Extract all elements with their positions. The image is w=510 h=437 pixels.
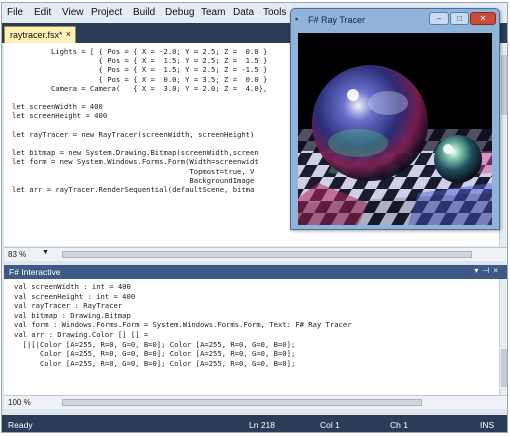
code-line: { Pos = { X = 0.0; Y = 3.5; Z = 0.0 } xyxy=(12,74,268,84)
fsi-panel-title: F# Interactive xyxy=(9,267,61,277)
fsi-output-lines: val screenWidth : int = 400 val screenHei… xyxy=(14,282,352,368)
code-line: let form = new System.Windows.Forms.Form… xyxy=(12,157,259,167)
fsi-line: val form : Windows.Forms.Form = System.W… xyxy=(14,320,352,330)
code-line: Camera = Camera( { X = 3.0; Y = 2.0; Z =… xyxy=(12,83,268,93)
tab-raytracer-fsx[interactable]: raytracer.fsx* × xyxy=(4,26,76,43)
status-line: Ln 218 xyxy=(249,420,275,430)
tab-label: raytracer.fsx* xyxy=(10,30,63,40)
fsi-vertical-scrollbar[interactable] xyxy=(499,279,507,395)
scrollbar-thumb[interactable] xyxy=(501,349,507,387)
fsi-output[interactable]: val screenWidth : int = 400 val screenHei… xyxy=(4,279,499,395)
menu-project[interactable]: Project xyxy=(91,7,122,18)
menu-build[interactable]: Build xyxy=(133,7,155,18)
minimize-button[interactable]: – xyxy=(429,12,449,25)
scrollbar-thumb[interactable] xyxy=(501,55,507,115)
status-column: Col 1 xyxy=(320,420,340,430)
close-icon[interactable]: × xyxy=(493,266,502,275)
panel-buttons: ▾⊣× xyxy=(474,266,502,275)
fsi-zoom-level[interactable]: 100 % xyxy=(8,398,31,407)
fsi-line: val screenWidth : int = 400 xyxy=(14,282,131,291)
code-line: let rayTracer = new RayTracer(screenWidt… xyxy=(12,129,255,139)
fsi-line: val rayTracer : RayTracer xyxy=(14,301,123,311)
window-title-bar[interactable]: ▪ F# Ray Tracer – □ ✕ xyxy=(291,9,499,31)
menu-view[interactable]: View xyxy=(62,7,84,18)
zoom-dropdown-icon[interactable]: ▼ xyxy=(42,249,49,256)
code-line: let arr = rayTracer.RenderSequential(def… xyxy=(12,185,255,195)
code-line: let screenWidth = 400 xyxy=(12,102,103,112)
fsi-line: Color [A=255, R=0, G=0, B=0]; Color [A=2… xyxy=(14,358,296,368)
fsi-zoom-row: 100 % xyxy=(4,395,507,409)
fsi-line: [|[|Color [A=255, R=0, G=0, B=0]; Color … xyxy=(14,339,296,349)
status-char: Ch 1 xyxy=(390,420,408,430)
fsi-line: val arr : Drawing.Color [] [] = xyxy=(14,329,149,339)
code-line: Topmost=true, V xyxy=(12,166,255,176)
editor-code-lines: Lights = [ { Pos = { X = -2.0; Y = 2.5; … xyxy=(12,47,267,194)
fsi-line: val screenHeight : int = 400 xyxy=(14,291,136,301)
window-app-icon: ▪ xyxy=(295,14,299,24)
code-line: let screenHeight = 400 xyxy=(12,111,108,121)
editor-vertical-scrollbar[interactable] xyxy=(499,43,507,246)
ray-traced-scene xyxy=(298,33,492,225)
menu-file[interactable]: File xyxy=(7,7,23,18)
status-bar: Ready Ln 218 Col 1 Ch 1 INS xyxy=(2,415,507,432)
code-line: BackgroundImage xyxy=(12,175,255,185)
rendered-image xyxy=(298,33,492,225)
code-line: Lights = [ { Pos = { X = -2.0; Y = 2.5; … xyxy=(12,47,268,56)
status-ready: Ready xyxy=(8,420,33,430)
menu-tools[interactable]: Tools xyxy=(263,7,286,18)
menu-team[interactable]: Team xyxy=(201,7,225,18)
fsi-panel-title-bar: F# Interactive ▾⊣× xyxy=(4,265,507,279)
code-line: { Pos = { X = 1.5; Y = 2.5; Z = -1.5 } xyxy=(12,65,268,75)
menu-data[interactable]: Data xyxy=(233,7,254,18)
menu-debug[interactable]: Debug xyxy=(165,7,194,18)
window-title: F# Ray Tracer xyxy=(308,15,366,25)
code-line: { Pos = { X = 1.5; Y = 2.5; Z = 1.5 } xyxy=(12,56,268,66)
editor-zoom-level[interactable]: 83 % xyxy=(8,250,26,259)
code-line: let bitmap = new System.Drawing.Bitmap(s… xyxy=(12,148,259,158)
tab-close-icon[interactable]: × xyxy=(66,29,71,39)
fsi-horizontal-scrollbar[interactable] xyxy=(62,399,422,406)
ray-tracer-window[interactable]: ▪ F# Ray Tracer – □ ✕ xyxy=(290,8,500,230)
pin-icon[interactable]: ⊣ xyxy=(482,266,493,275)
editor-horizontal-scrollbar[interactable] xyxy=(62,251,472,258)
fsi-line: Color [A=255, R=0, G=0, B=0]; Color [A=2… xyxy=(14,349,296,359)
status-ins: INS xyxy=(480,420,495,430)
menu-edit[interactable]: Edit xyxy=(34,7,51,18)
fsi-line: val bitmap : Drawing.Bitmap xyxy=(14,310,131,320)
editor-zoom-row: 83 % ▼ xyxy=(4,247,507,261)
close-button[interactable]: ✕ xyxy=(470,12,496,25)
maximize-button[interactable]: □ xyxy=(450,12,469,25)
